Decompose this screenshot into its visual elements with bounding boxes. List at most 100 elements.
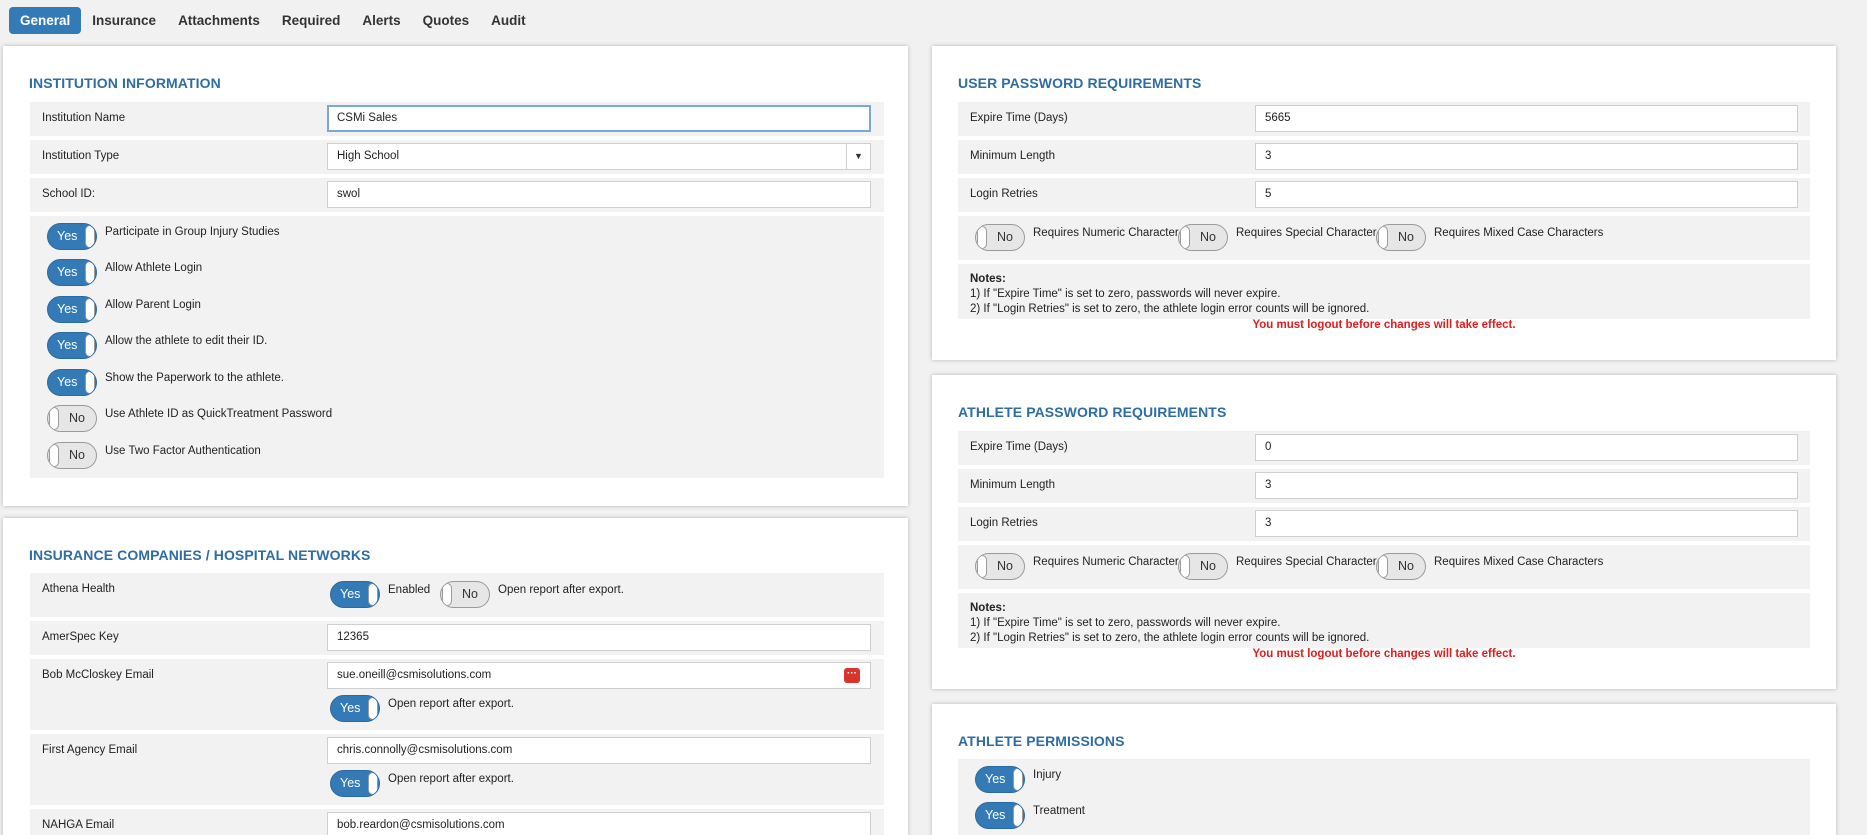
toggle-knob bbox=[1013, 768, 1023, 791]
user-numeric-toggle[interactable]: No bbox=[975, 224, 1025, 251]
allow-parent-login-toggle[interactable]: Yes bbox=[47, 296, 97, 323]
tab-quotes[interactable]: Quotes bbox=[412, 7, 481, 34]
edit-id-toggle[interactable]: Yes bbox=[47, 332, 97, 359]
athlete-permissions-card: ATHLETE PERMISSIONS Yes Injury Yes Treat… bbox=[932, 704, 1836, 835]
user-minlen-input[interactable]: 3 bbox=[1255, 143, 1798, 170]
athlete-notes-panel: Notes: 1) If "Expire Time" is set to zer… bbox=[958, 593, 1810, 648]
athena-enabled-toggle[interactable]: Yes bbox=[330, 581, 380, 608]
toggle-knob bbox=[1013, 804, 1023, 827]
athlete-note-2: 2) If "Login Retries" is set to zero, th… bbox=[970, 632, 1370, 644]
tab-required[interactable]: Required bbox=[271, 7, 352, 34]
bob-email-value: sue.oneill@csmisolutions.com bbox=[337, 669, 492, 681]
athlete-expire-input[interactable]: 0 bbox=[1255, 434, 1798, 461]
athlete-minlen-label: Minimum Length bbox=[970, 479, 1056, 491]
user-expire-input[interactable]: 5665 bbox=[1255, 105, 1798, 132]
athena-open-report-label: Open report after export. bbox=[498, 584, 624, 596]
toggle-state: No bbox=[997, 230, 1013, 244]
bob-email-label: Bob McCloskey Email bbox=[42, 669, 154, 681]
toggle-state: No bbox=[1200, 230, 1216, 244]
quicktreatment-password-toggle[interactable]: No bbox=[47, 405, 97, 432]
user-special-toggle[interactable]: No bbox=[1178, 224, 1228, 251]
first-agency-open-report-toggle[interactable]: Yes bbox=[330, 770, 380, 797]
toggle-knob bbox=[49, 444, 59, 467]
quicktreatment-password-label: Use Athlete ID as QuickTreatment Passwor… bbox=[105, 408, 333, 420]
treatment-permission-label: Treatment bbox=[1033, 805, 1085, 817]
athena-enabled-label: Enabled bbox=[388, 584, 431, 596]
athlete-notes-title: Notes: bbox=[970, 602, 1006, 614]
amerspec-input[interactable]: 12365 bbox=[327, 624, 871, 651]
nahga-row: NAHGA Email bob.reardon@csmisolutions.co… bbox=[30, 809, 884, 835]
toggle-knob bbox=[442, 583, 452, 606]
athena-row: Athena Health Yes Enabled No Open report… bbox=[30, 573, 884, 617]
toggle-state: Yes bbox=[340, 587, 361, 601]
tab-insurance[interactable]: Insurance bbox=[81, 7, 167, 34]
contact-card-icon[interactable]: ··· bbox=[844, 668, 860, 683]
chevron-down-icon[interactable]: ▼ bbox=[846, 144, 870, 169]
athlete-notes: Notes: 1) If "Expire Time" is set to zer… bbox=[970, 601, 1369, 646]
toggle-state: Yes bbox=[985, 772, 1006, 786]
injury-permission-toggle[interactable]: Yes bbox=[975, 766, 1025, 793]
toggle-state: No bbox=[69, 448, 85, 462]
toggle-state: No bbox=[1398, 230, 1414, 244]
toggle-state: No bbox=[69, 411, 85, 425]
institution-type-label: Institution Type bbox=[42, 150, 120, 162]
injury-permission-label: Injury bbox=[1033, 769, 1062, 781]
user-retries-input[interactable]: 5 bbox=[1255, 181, 1798, 208]
treatment-permission-toggle[interactable]: Yes bbox=[975, 802, 1025, 829]
allow-parent-login-label: Allow Parent Login bbox=[105, 299, 201, 311]
toggle-state: Yes bbox=[340, 701, 361, 715]
tab-attachments[interactable]: Attachments bbox=[167, 7, 271, 34]
toggle-knob bbox=[85, 334, 95, 357]
first-agency-label: First Agency Email bbox=[42, 744, 138, 756]
bob-open-report-label: Open report after export. bbox=[388, 698, 514, 710]
toggle-state: Yes bbox=[57, 302, 78, 316]
school-id-input[interactable]: swol bbox=[327, 181, 871, 208]
allow-athlete-login-toggle[interactable]: Yes bbox=[47, 259, 97, 286]
athlete-minlen-row: Minimum Length 3 bbox=[958, 469, 1810, 503]
user-mixed-toggle[interactable]: No bbox=[1376, 224, 1426, 251]
group-injury-studies-toggle[interactable]: Yes bbox=[47, 223, 97, 250]
nahga-input[interactable]: bob.reardon@csmisolutions.com bbox=[327, 812, 871, 835]
user-password-card: USER PASSWORD REQUIREMENTS Expire Time (… bbox=[932, 46, 1836, 360]
athlete-mixed-toggle[interactable]: No bbox=[1376, 553, 1426, 580]
athlete-retries-input[interactable]: 3 bbox=[1255, 510, 1798, 537]
user-retries-row: Login Retries 5 bbox=[958, 178, 1810, 212]
athlete-numeric-label: Requires Numeric Character bbox=[1033, 556, 1179, 568]
institution-type-select[interactable]: High School ▼ bbox=[327, 143, 871, 170]
athlete-numeric-toggle[interactable]: No bbox=[975, 553, 1025, 580]
athena-open-report-toggle[interactable]: No bbox=[440, 581, 490, 608]
user-logout-warning: You must logout before changes will take… bbox=[1252, 319, 1516, 331]
toggle-knob bbox=[85, 371, 95, 394]
user-special-label: Requires Special Character bbox=[1236, 227, 1377, 239]
first-agency-open-report-label: Open report after export. bbox=[388, 773, 514, 785]
edit-id-label: Allow the athlete to edit their ID. bbox=[105, 335, 268, 347]
athlete-minlen-input[interactable]: 3 bbox=[1255, 472, 1798, 499]
athlete-special-label: Requires Special Character bbox=[1236, 556, 1377, 568]
first-agency-input[interactable]: chris.connolly@csmisolutions.com bbox=[327, 737, 871, 764]
bob-open-report-toggle[interactable]: Yes bbox=[330, 695, 380, 722]
institution-title: INSTITUTION INFORMATION bbox=[29, 75, 221, 91]
tab-audit[interactable]: Audit bbox=[480, 7, 537, 34]
athlete-special-toggle[interactable]: No bbox=[1178, 553, 1228, 580]
bob-email-row: Bob McCloskey Email sue.oneill@csmisolut… bbox=[30, 659, 884, 730]
user-minlen-row: Minimum Length 3 bbox=[958, 140, 1810, 174]
bob-email-input[interactable]: sue.oneill@csmisolutions.com ··· bbox=[327, 662, 871, 689]
toggle-knob bbox=[368, 583, 378, 606]
nahga-label: NAHGA Email bbox=[42, 819, 115, 831]
institution-name-input[interactable]: CSMi Sales bbox=[327, 105, 871, 132]
tab-general[interactable]: General bbox=[9, 7, 82, 34]
athlete-expire-row: Expire Time (Days) 0 bbox=[958, 431, 1810, 465]
user-password-title: USER PASSWORD REQUIREMENTS bbox=[958, 75, 1202, 91]
toggle-knob bbox=[85, 261, 95, 284]
toggle-state: Yes bbox=[57, 338, 78, 352]
show-paperwork-toggle[interactable]: Yes bbox=[47, 369, 97, 396]
institution-card: INSTITUTION INFORMATION Institution Name… bbox=[3, 46, 908, 506]
athlete-expire-label: Expire Time (Days) bbox=[970, 441, 1068, 453]
athlete-note-1: 1) If "Expire Time" is set to zero, pass… bbox=[970, 617, 1281, 629]
toggle-knob bbox=[1378, 555, 1388, 578]
tab-alerts[interactable]: Alerts bbox=[351, 7, 411, 34]
institution-type-row: Institution Type High School ▼ bbox=[30, 140, 884, 174]
two-factor-toggle[interactable]: No bbox=[47, 442, 97, 469]
athlete-permissions-title: ATHLETE PERMISSIONS bbox=[958, 733, 1125, 749]
toggle-knob bbox=[368, 772, 378, 795]
